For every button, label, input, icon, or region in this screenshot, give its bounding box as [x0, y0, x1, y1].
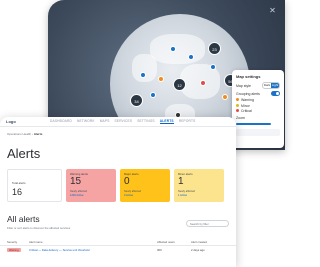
- alert-created-cell: 2 days ago: [191, 248, 205, 252]
- legend-label: Warning: [241, 98, 254, 102]
- nav-item-dashboard[interactable]: DASHBOARD: [50, 119, 72, 124]
- map-pin[interactable]: [222, 94, 228, 100]
- total-alerts-card[interactable]: Total alerts 16: [7, 169, 62, 202]
- severity-badge: Warning: [7, 248, 21, 253]
- map-cluster[interactable]: 34: [130, 94, 143, 107]
- column-header[interactable]: Severity: [7, 240, 29, 244]
- stat-value: 15: [70, 176, 82, 187]
- close-icon[interactable]: ✕: [268, 6, 277, 15]
- severity-cell: Warning: [7, 248, 29, 253]
- zoom-slider[interactable]: [236, 123, 272, 125]
- stat-sub: Newly affected: [70, 190, 87, 193]
- page-title: Alerts: [7, 146, 41, 161]
- stat-link[interactable]: 1 Active: [178, 194, 220, 197]
- nav-item-reports[interactable]: REPORTS: [179, 119, 196, 124]
- breadcrumb-current: Alerts: [33, 132, 43, 136]
- stat-sub: Newly affected: [178, 190, 195, 193]
- map-pin[interactable]: [210, 64, 216, 70]
- stats-row: Total alerts 16 Warning alerts 15 Newly …: [0, 161, 236, 202]
- stat-link[interactable]: 0 Active: [124, 194, 166, 197]
- table-row[interactable]: Warning Critical — Data delivery — Servi…: [0, 246, 236, 254]
- map-pin[interactable]: [200, 80, 206, 86]
- nav-item-alerts[interactable]: ALERTS: [159, 119, 174, 124]
- stat-value: 0: [124, 176, 130, 187]
- alerts-search-input[interactable]: [186, 220, 229, 227]
- minor-alerts-card[interactable]: Minor alerts 1 Newly affected 1 Active: [174, 169, 224, 202]
- alert-name-link[interactable]: Critical — Data delivery — Service unit …: [29, 248, 157, 252]
- nav-item-network[interactable]: NETWORK: [77, 119, 95, 124]
- column-header[interactable]: Alert created: [191, 240, 221, 244]
- stat-sub: Newly affected: [124, 190, 141, 193]
- stat-value: 16: [12, 187, 23, 197]
- major-alerts-card[interactable]: Major alerts 0 Newly affected 0 Active: [120, 169, 170, 202]
- map-settings-panel: Map settings Map style Dark Light Groupi…: [232, 70, 284, 148]
- column-header[interactable]: Affected users: [157, 240, 191, 244]
- map-pin[interactable]: [140, 72, 146, 78]
- alerts-window: Logo DASHBOARD NETWORK MAPS SERVICES SET…: [0, 117, 236, 267]
- legend-item[interactable]: Critical: [236, 109, 280, 113]
- landmass: [150, 34, 205, 64]
- settings-footer: [236, 129, 280, 136]
- critical-dot-icon: [236, 109, 239, 112]
- breadcrumb-parent[interactable]: Operations Health: [7, 132, 31, 136]
- table-header: Severity Alert name Affected users Alert…: [0, 239, 236, 246]
- map-pin[interactable]: [150, 92, 156, 98]
- nav-item-maps[interactable]: MAPS: [100, 119, 110, 124]
- breadcrumb: Operations Health › Alerts: [0, 127, 236, 136]
- legend-label: Minor: [241, 103, 250, 108]
- map-style-option[interactable]: Dark: [263, 83, 271, 88]
- breadcrumb-separator: ›: [32, 132, 34, 136]
- stat-value: 1: [178, 176, 184, 187]
- landmass: [132, 54, 157, 82]
- map-pin[interactable]: [158, 76, 164, 82]
- warning-alerts-card[interactable]: Warning alerts 15 Newly affected 1230 Ac…: [66, 169, 116, 202]
- column-header[interactable]: Alert name: [29, 240, 157, 244]
- nav-item-services[interactable]: SERVICES: [115, 119, 133, 124]
- map-pin[interactable]: [188, 54, 194, 60]
- map-settings-title: Map settings: [236, 74, 261, 79]
- grouping-label: Grouping alerts: [236, 91, 260, 96]
- legend-label: Critical: [241, 109, 252, 113]
- top-nav: Logo DASHBOARD NETWORK MAPS SERVICES SET…: [0, 117, 236, 127]
- zoom-label: Zoom: [236, 116, 245, 120]
- stat-link[interactable]: 1230 Active: [70, 194, 112, 197]
- map-style-label: Map style: [236, 83, 251, 88]
- stat-label: Total alerts: [12, 181, 26, 185]
- nav-item-settings[interactable]: SETTINGS: [137, 119, 155, 124]
- map-style-option[interactable]: Light: [271, 83, 279, 88]
- minor-dot-icon: [236, 103, 239, 107]
- legend-item[interactable]: Warning: [236, 98, 280, 102]
- map-cluster[interactable]: 12: [173, 78, 186, 91]
- map-style-toggle[interactable]: Dark Light: [262, 82, 280, 89]
- affected-users-cell: 300: [157, 248, 162, 252]
- brand-logo[interactable]: Logo: [6, 119, 50, 124]
- grouping-toggle[interactable]: [271, 91, 280, 96]
- legend-item[interactable]: Minor: [236, 103, 280, 108]
- map-pin[interactable]: [170, 46, 176, 52]
- map-cluster[interactable]: 23: [208, 42, 221, 55]
- warning-dot-icon: [236, 98, 239, 101]
